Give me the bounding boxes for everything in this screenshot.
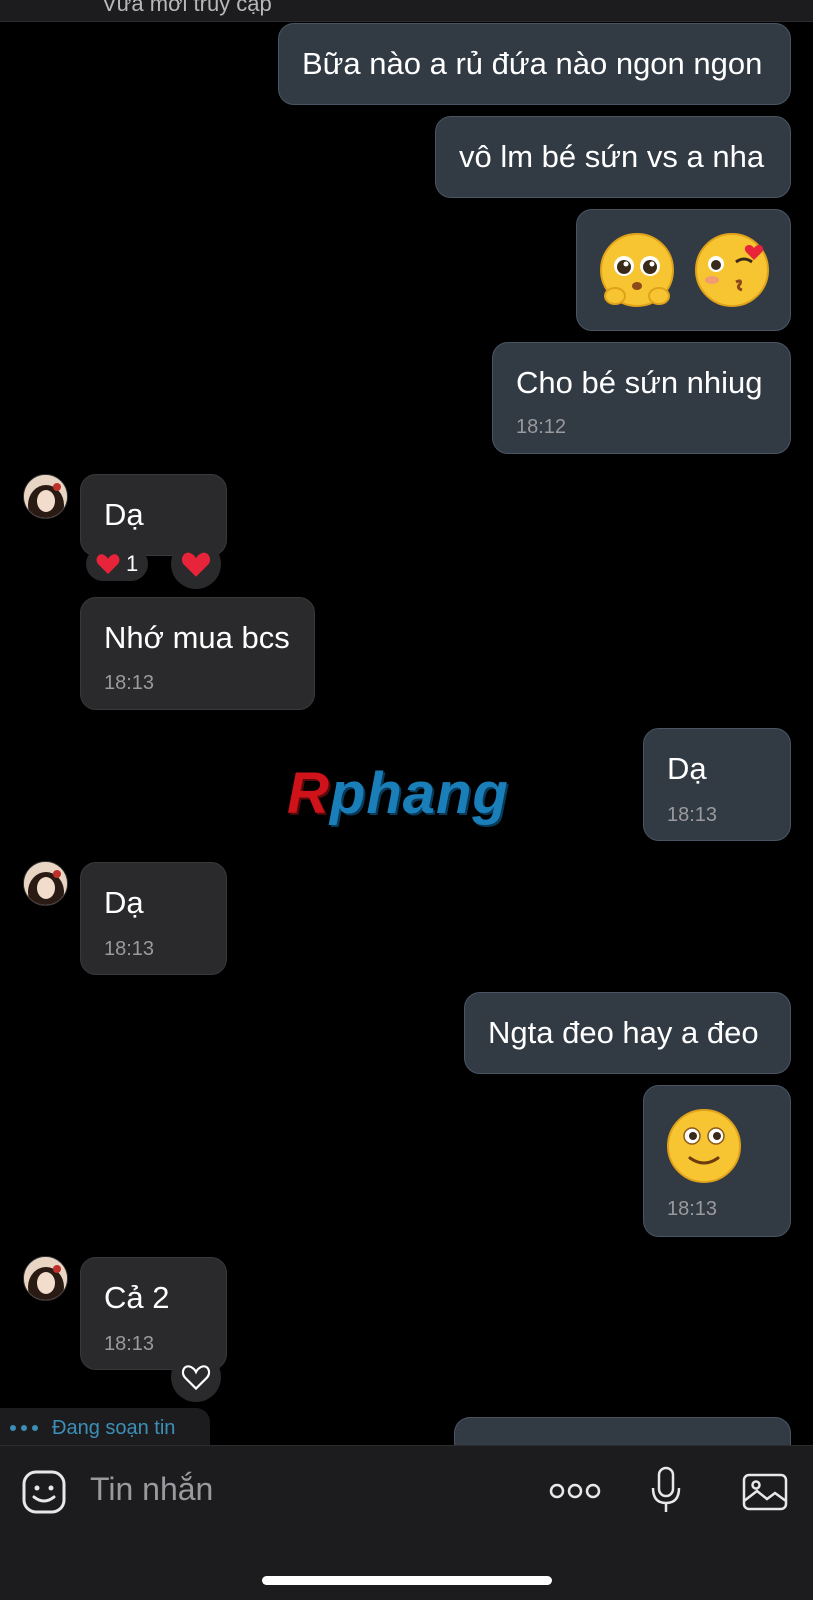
- message-time: 18:13: [104, 672, 155, 694]
- message-bubble-sent[interactable]: Cho bé sứn nhiug 18:12: [492, 342, 791, 454]
- typing-indicator: Đang soạn tin: [0, 1408, 210, 1448]
- message-text: Bữa nào a rủ đứa nào ngon ngon: [302, 46, 763, 81]
- reaction-count: 1: [126, 551, 139, 576]
- message-text: Nhớ mua bcs: [104, 620, 290, 655]
- message-time: 18:13: [667, 804, 718, 826]
- pleading-face-emoji-icon: [600, 233, 674, 307]
- image-icon: [742, 1473, 788, 1511]
- message-text: Ngta đeo hay a đeo: [488, 1015, 759, 1050]
- message-bubble-sent[interactable]: Dạ 18:13: [643, 728, 791, 841]
- contact-avatar[interactable]: [23, 1256, 68, 1301]
- contact-avatar[interactable]: [23, 861, 68, 906]
- sticker-icon: [22, 1470, 66, 1514]
- message-text: Dạ: [104, 497, 144, 532]
- message-time: 18:13: [104, 1333, 155, 1355]
- more-button[interactable]: [548, 1476, 602, 1506]
- message-text: Dạ: [667, 751, 707, 786]
- slightly-smiling-face-emoji-icon: [667, 1109, 741, 1183]
- reaction-summary[interactable]: 1: [86, 547, 149, 581]
- message-time: 18:12: [516, 416, 567, 438]
- message-bubble-received[interactable]: Dạ 18:13: [80, 862, 227, 975]
- typing-dots-icon: [10, 1425, 38, 1431]
- chat-header: Vừa mới truy cập: [0, 0, 813, 22]
- kissing-heart-emoji-icon: [695, 233, 769, 307]
- contact-avatar[interactable]: [23, 474, 68, 519]
- message-text: Dạ: [104, 885, 144, 920]
- message-bubble-sent-emoji[interactable]: [576, 209, 791, 331]
- watermark-logo: Rphang: [287, 761, 509, 826]
- message-input[interactable]: Tin nhắn: [90, 1471, 213, 1508]
- react-heart-button[interactable]: [171, 539, 221, 589]
- message-time: 18:13: [667, 1198, 718, 1220]
- message-bubble-sent[interactable]: Bữa nào a rủ đứa nào ngon ngon: [278, 23, 791, 105]
- message-bubble-sent[interactable]: vô lm bé sứn vs a nha: [435, 116, 791, 198]
- home-indicator[interactable]: [262, 1576, 552, 1585]
- react-heart-button[interactable]: [171, 1352, 221, 1402]
- typing-label: Đang soạn tin: [52, 1416, 176, 1439]
- message-text: Cả 2: [104, 1280, 170, 1315]
- heart-icon: [181, 552, 211, 577]
- message-bubble-sent[interactable]: Ngta đeo hay a đeo: [464, 992, 791, 1074]
- last-active-status: Vừa mới truy cập: [102, 0, 272, 16]
- message-text: Cho bé sứn nhiug: [516, 365, 763, 400]
- heart-icon: [96, 554, 120, 574]
- message-bubble-received[interactable]: Nhớ mua bcs 18:13: [80, 597, 315, 710]
- voice-button[interactable]: [646, 1464, 686, 1516]
- message-bubble-sent-emoji[interactable]: 18:13: [643, 1085, 791, 1237]
- more-icon: [549, 1483, 601, 1499]
- microphone-icon: [651, 1466, 681, 1512]
- message-bubble-sent-partial[interactable]: [454, 1417, 791, 1447]
- message-text: vô lm bé sứn vs a nha: [459, 139, 765, 174]
- image-button[interactable]: [740, 1468, 790, 1514]
- sticker-button[interactable]: [20, 1468, 68, 1516]
- message-time: 18:13: [104, 938, 155, 960]
- heart-outline-icon: [181, 1364, 211, 1390]
